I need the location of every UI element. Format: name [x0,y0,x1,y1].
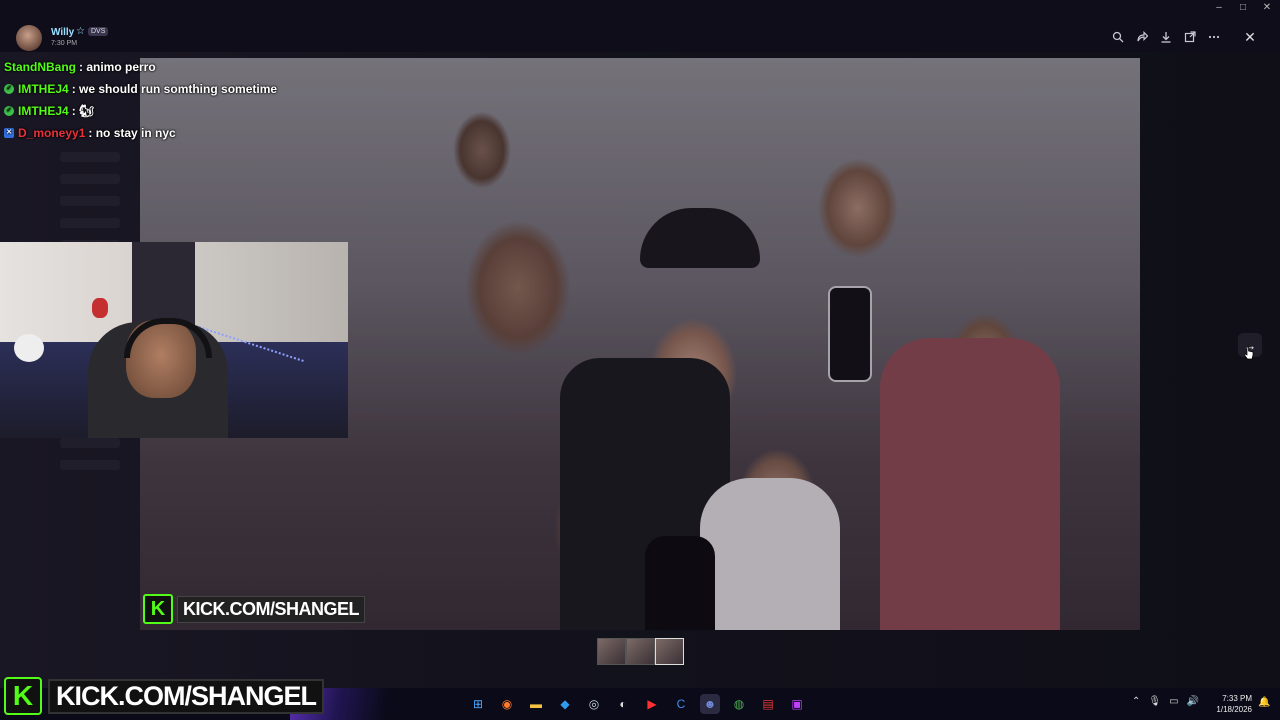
kick-watermark-large: K KICK.COM/SHANGEL [4,676,324,716]
verified-badge-icon: ✓ [4,106,14,116]
chat-message: StandNBang : animo perro [4,60,277,82]
open-external-icon[interactable] [1180,27,1200,47]
kick-logo-icon: K [143,594,173,624]
plush-toy [14,334,44,362]
webcam-overlay [0,242,348,438]
kick-watermark-small: K KICK.COM/SHANGEL [143,594,365,624]
share-icon[interactable] [1132,27,1152,47]
obs-icon[interactable]: ◐ [613,694,633,714]
sent-time: 7:30 PM [51,40,78,47]
user-badge: DVS [88,27,109,36]
chrome-icon[interactable]: ◍ [729,694,749,714]
download-icon[interactable] [1156,27,1176,47]
subscriber-badge-icon: ✕ [4,128,14,138]
streamlabs-icon[interactable]: ▤ [758,694,778,714]
sender-name[interactable]: Willy [51,27,74,38]
chat-message: ✓ IMTHEJ4 : we should run somthing somet… [4,82,277,104]
chat-text: : we should run somthing sometime [71,82,278,96]
red-figure [92,298,108,318]
volume-icon[interactable]: 🔊 [1187,696,1199,707]
maximize-button[interactable]: □ [1236,2,1250,13]
discord-icon[interactable]: ☻ [700,694,720,714]
show-hidden-icons-icon[interactable]: ⌃ [1132,696,1140,707]
star-icon: ☆ [76,26,85,37]
viewer-toolbar [1108,27,1224,47]
window-controls: – □ ✕ [1212,2,1274,13]
avatar[interactable] [16,25,42,51]
thumbnail[interactable] [597,638,626,665]
verified-badge-icon: ✓ [4,84,14,94]
windows-start-icon[interactable]: ⊞ [468,694,488,714]
vscode-icon[interactable]: ◆ [555,694,575,714]
chat-text: : animo perro [79,60,156,74]
clock-date: 1/18/2026 [1216,705,1252,714]
kick-url-small: KICK.COM/SHANGEL [177,595,365,623]
chat-overlay: StandNBang : animo perro ✓ IMTHEJ4 : we … [4,60,277,148]
minimize-button[interactable]: – [1212,2,1226,13]
zoom-icon[interactable] [1108,27,1128,47]
chat-username[interactable]: StandNBang [4,60,76,74]
chat-text: : 🐿 [71,104,95,118]
clock-time: 7:33 PM [1222,694,1252,703]
network-icon[interactable]: ▭ [1169,696,1178,707]
file-explorer-icon[interactable]: ▬ [526,694,546,714]
youtube-icon[interactable]: ▶ [642,694,662,714]
microphone-icon[interactable]: 🎙 [1148,696,1161,707]
ipod-app-icon[interactable]: ▣ [787,694,807,714]
chat-text: : no stay in nyc [88,126,176,140]
kick-logo-icon: K [4,677,42,715]
thumbnail-selected[interactable] [655,638,684,665]
mouse-cursor-icon [1244,346,1254,360]
thumbnail[interactable] [626,638,655,665]
chat-message: ✓ IMTHEJ4 : 🐿 [4,104,277,126]
chat-message: ✕ D_moneyy1 : no stay in nyc [4,126,277,148]
ccleaner-icon[interactable]: C [671,694,691,714]
window-close-button[interactable]: ✕ [1260,2,1274,13]
system-tray: ⌃ 🎙 ▭ 🔊 [1132,696,1199,707]
notification-icon[interactable]: 🔔 [1258,697,1270,708]
chat-username[interactable]: IMTHEJ4 [18,104,69,118]
taskbar-clock[interactable]: 7:33 PM 1/18/2026 [1214,693,1252,715]
kick-url-large: KICK.COM/SHANGEL [48,678,324,714]
thumbnail-strip [597,638,684,665]
viewer-top-bar [0,0,1280,52]
close-viewer-button[interactable]: ✕ [1240,27,1260,47]
taskbar-apps: ⊞ ◉ ▬ ◆ ◎ ◐ ▶ C ☻ ◍ ▤ ▣ [468,694,807,714]
chat-username[interactable]: IMTHEJ4 [18,82,69,96]
more-icon[interactable] [1204,27,1224,47]
chat-username[interactable]: D_moneyy1 [18,126,85,140]
steam-icon[interactable]: ◎ [584,694,604,714]
firefox-icon[interactable]: ◉ [497,694,517,714]
